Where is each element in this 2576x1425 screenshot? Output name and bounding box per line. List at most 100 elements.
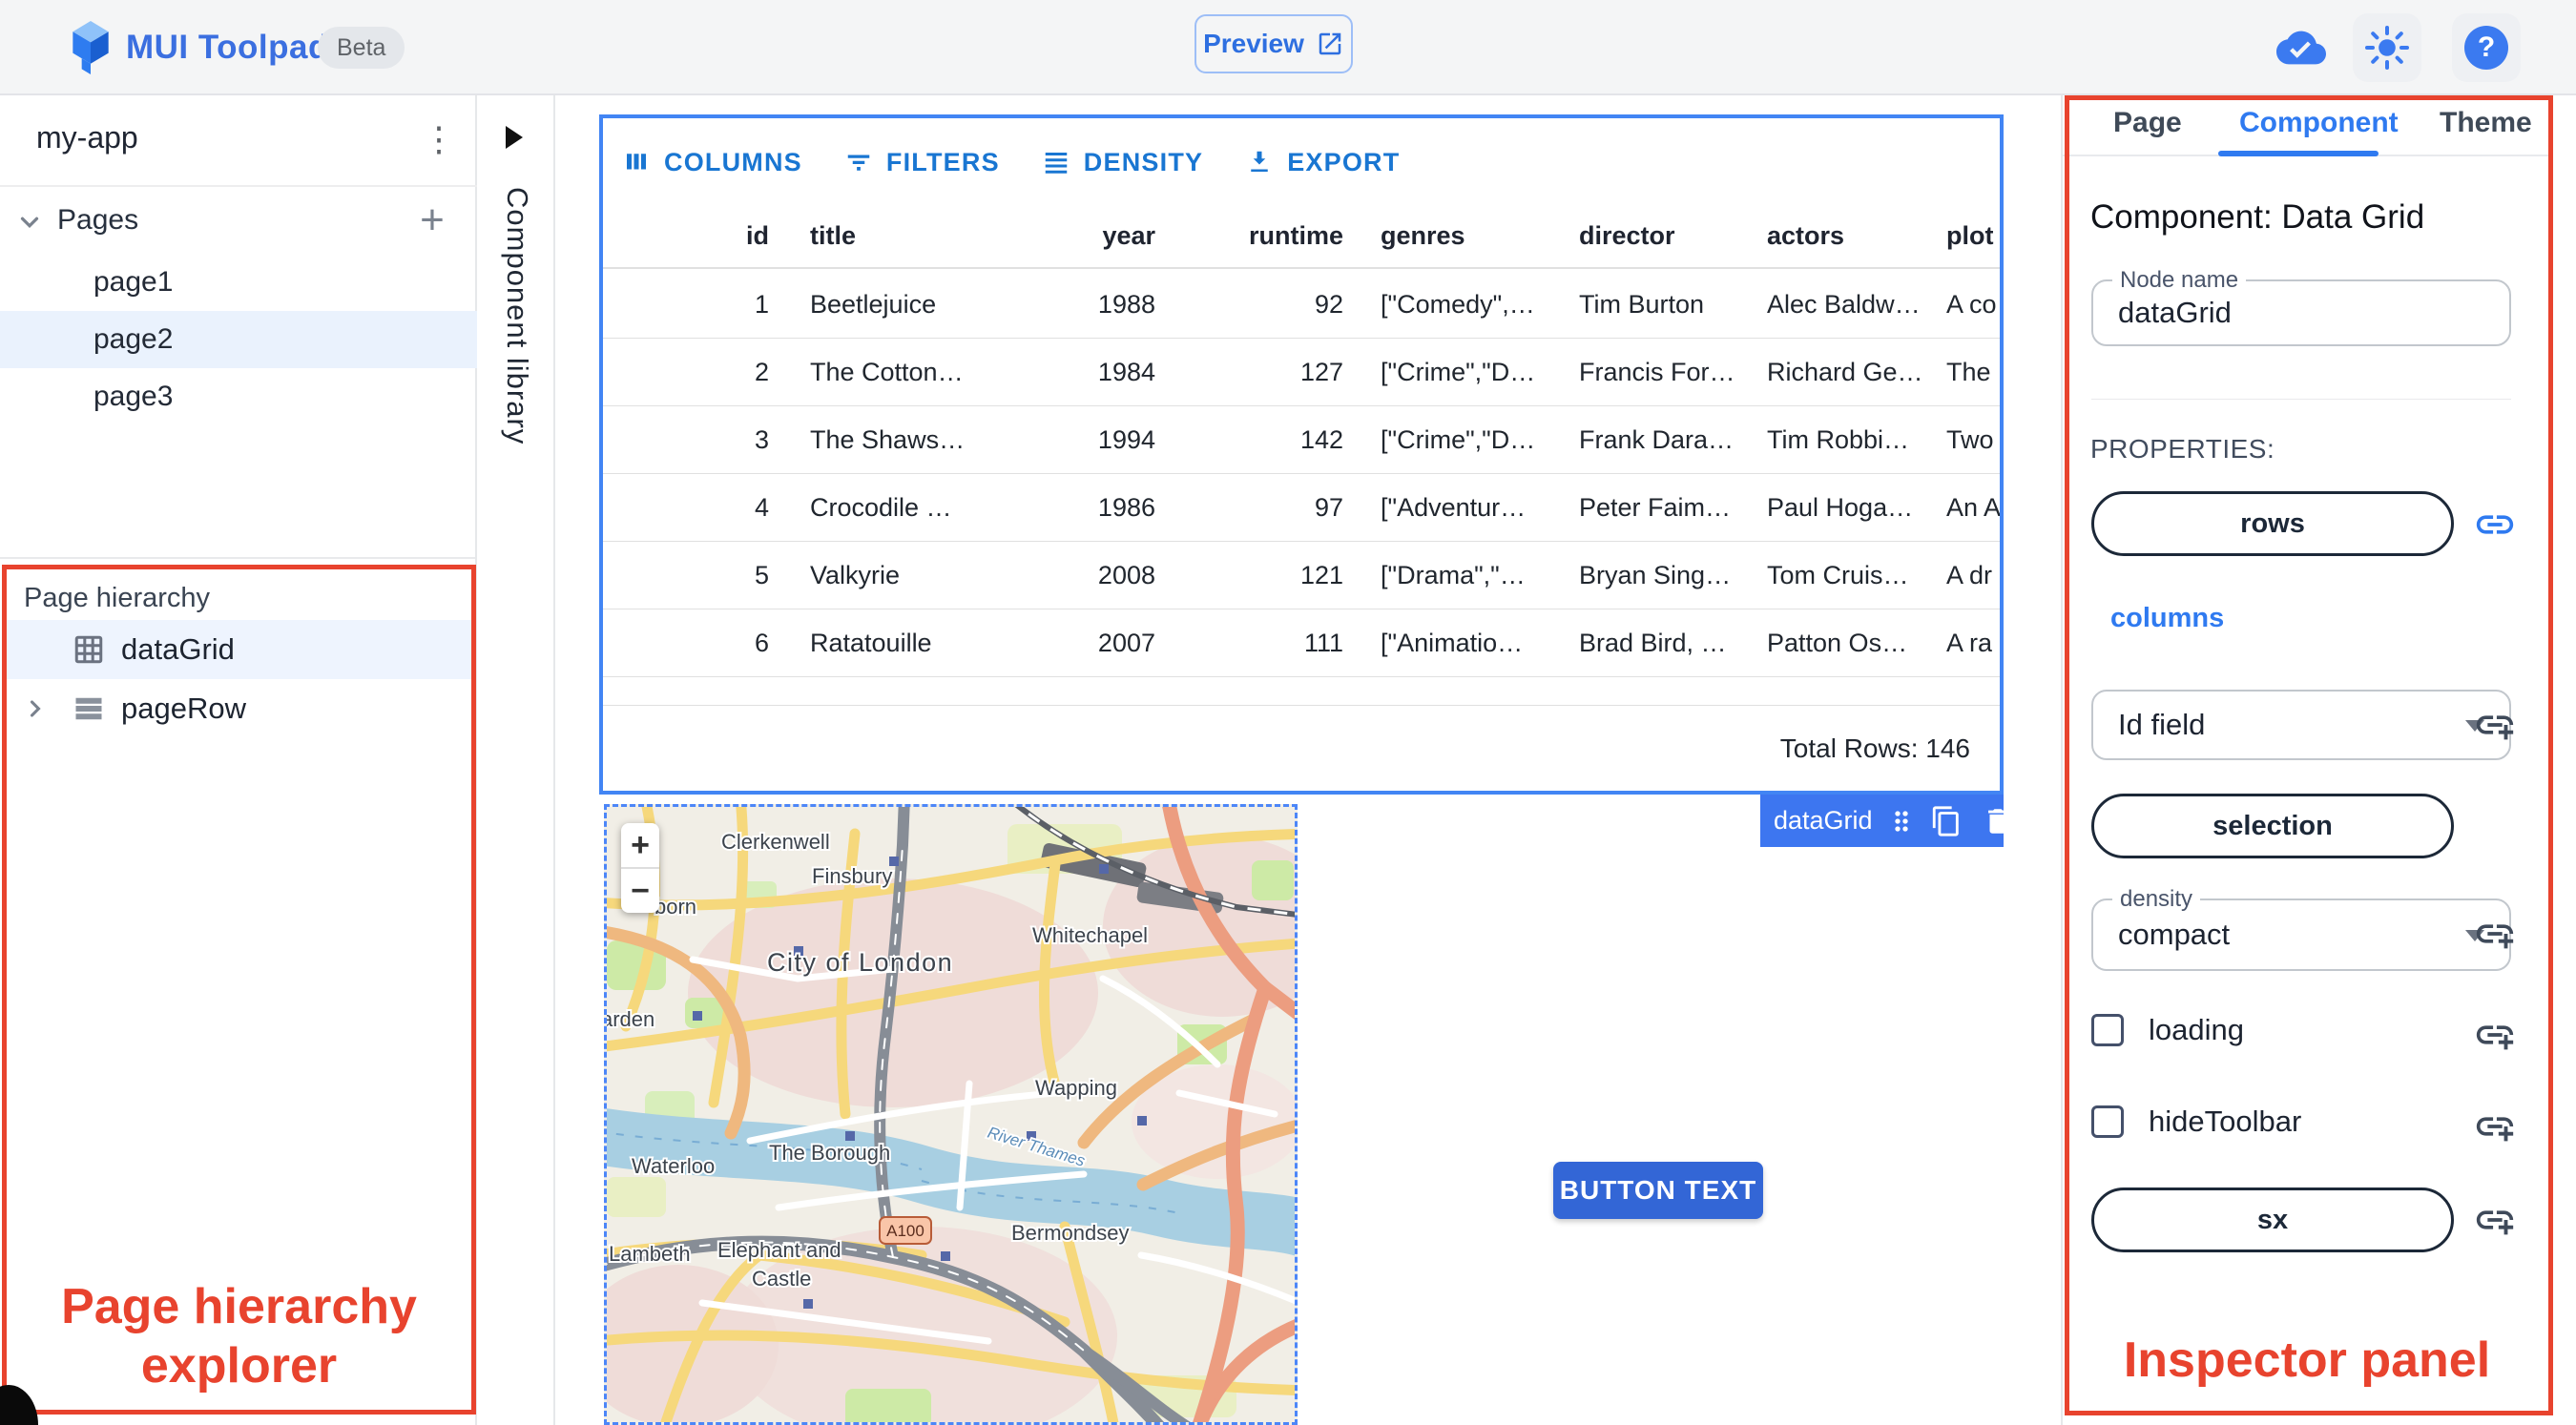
add-binding-icon[interactable]: [2473, 912, 2517, 956]
cloud-sync-button[interactable]: [2267, 13, 2336, 82]
inspector-panel: Page Component Theme Component: Data Gri…: [2061, 95, 2576, 1425]
chevron-right-icon[interactable]: [22, 695, 49, 722]
preview-button[interactable]: Preview: [1195, 14, 1353, 73]
page-hierarchy-annotation-box: Page hierarchy dataGrid pageRow Page hie…: [2, 565, 476, 1415]
columns-button[interactable]: COLUMNS: [622, 148, 802, 177]
datagrid-footer: Total Rows: 146: [603, 707, 2000, 791]
loading-label: loading: [2149, 1013, 2244, 1046]
cloud-done-icon: [2276, 31, 2326, 65]
map-label: City of London: [767, 948, 953, 977]
help-button[interactable]: ?: [2452, 13, 2521, 82]
add-binding-icon[interactable]: [2473, 1105, 2517, 1148]
pages-label: Pages: [57, 204, 139, 236]
map-label: Castle: [752, 1267, 811, 1291]
map-label: Whitechapel: [1032, 923, 1148, 947]
beta-badge: Beta: [318, 27, 405, 69]
export-button[interactable]: EXPORT: [1245, 148, 1400, 177]
download-icon: [1251, 151, 1268, 172]
tab-theme[interactable]: Theme: [2440, 107, 2532, 139]
loading-checkbox-row[interactable]: loading: [2091, 1013, 2244, 1047]
datagrid-component[interactable]: COLUMNS FILTERS DENSITY EXPORT id title …: [599, 114, 2004, 795]
zoom-in-button[interactable]: +: [621, 823, 659, 869]
app-menu-kebab-icon[interactable]: ⋮: [412, 113, 466, 166]
chevron-down-icon: [20, 217, 39, 229]
app-name-row: my-app ⋮: [0, 95, 477, 187]
density-button[interactable]: DENSITY: [1042, 148, 1203, 177]
map-label: arden: [607, 1007, 654, 1031]
column-header-genres: genres: [1381, 220, 1465, 250]
active-tab-indicator: [2218, 151, 2379, 156]
map-label: Finsbury: [812, 864, 892, 888]
filters-button[interactable]: FILTERS: [844, 148, 1000, 177]
selection-property-button[interactable]: selection: [2091, 794, 2454, 858]
grid-icon: [74, 635, 103, 664]
selection-tag-label: dataGrid: [1774, 806, 1873, 835]
component-library-panel[interactable]: Component library: [477, 95, 555, 1425]
sx-property-button[interactable]: sx: [2091, 1188, 2454, 1252]
table-row: 3 The Shaws… 1994 142 ["Crime","D… Frank…: [603, 406, 2000, 474]
add-binding-icon[interactable]: [2473, 1198, 2517, 1242]
toolpad-editor: MUI Toolpad Beta Preview ? my-app ⋮ Page…: [0, 0, 2576, 1425]
map-component[interactable]: A100 Clerkenwell Finsbury born Whitechapel C…: [604, 804, 1298, 1425]
tab-component[interactable]: Component: [2239, 107, 2399, 139]
map-label: Waterloo: [632, 1154, 715, 1178]
app-title: MUI Toolpad: [126, 29, 329, 66]
mui-toolpad-logo-icon: [73, 21, 109, 74]
duplicate-icon[interactable]: [1930, 805, 1963, 837]
rows-stack-icon: [75, 697, 102, 720]
page-item[interactable]: page2: [0, 311, 477, 368]
datagrid-header-row[interactable]: id title year runtime genres director ac…: [603, 204, 2000, 269]
table-row: 2 The Cotton… 1984 127 ["Crime","D… Fran…: [603, 339, 2000, 406]
add-binding-icon[interactable]: [2473, 1013, 2517, 1057]
divider: [603, 692, 2000, 706]
inspector-tabs: Page Component Theme: [2063, 95, 2551, 156]
checkbox-unchecked-icon[interactable]: [2091, 1105, 2124, 1138]
map-label: Bermondsey: [1011, 1221, 1130, 1245]
column-header-runtime: runtime: [1248, 220, 1343, 250]
hidetoolbar-checkbox-row[interactable]: hideToolbar: [2091, 1105, 2301, 1139]
page-hierarchy-explorer-annotation: Page hierarchy explorer: [61, 1279, 417, 1394]
hierarchy-item-label: pageRow: [121, 692, 246, 725]
density-lines-icon: [1045, 153, 1068, 174]
expand-right-icon[interactable]: [506, 126, 523, 149]
hierarchy-item-pagerow[interactable]: pageRow: [7, 679, 471, 738]
explorer-sidebar: my-app ⋮ Pages + page1 page2 page3 Page hi…: [0, 95, 477, 1425]
preview-label: Preview: [1203, 29, 1304, 58]
node-name-field[interactable]: Node name dataGrid: [2091, 267, 2511, 346]
inspector-panel-annotation: Inspector panel: [2123, 1332, 2491, 1388]
map-label: Lambeth: [609, 1242, 691, 1266]
checkbox-unchecked-icon[interactable]: [2091, 1014, 2124, 1046]
add-page-button[interactable]: +: [408, 196, 456, 244]
column-header-year: year: [1102, 220, 1155, 250]
tab-page[interactable]: Page: [2113, 107, 2182, 139]
table-row: 6 Ratatouille 2007 111 ["Animatio… Brad …: [603, 609, 2000, 677]
table-row: 1 Beetlejuice 1988 92 ["Comedy",… Tim Bu…: [603, 271, 2000, 339]
map-label: born: [654, 895, 696, 919]
theme-brightness-button[interactable]: [2353, 13, 2421, 82]
add-binding-icon[interactable]: [2473, 703, 2517, 747]
page-item[interactable]: page3: [0, 368, 477, 425]
svg-text:A100: A100: [886, 1222, 924, 1240]
map-label: The Borough: [769, 1141, 890, 1165]
button-component[interactable]: BUTTON TEXT: [1553, 1162, 1763, 1219]
hierarchy-item-datagrid[interactable]: dataGrid: [7, 620, 471, 679]
divider: [0, 557, 475, 559]
id-field-select[interactable]: Id field: [2091, 690, 2511, 760]
binding-link-icon[interactable]: [2473, 503, 2517, 547]
pages-section-header[interactable]: Pages +: [0, 187, 477, 254]
hierarchy-item-label: dataGrid: [121, 632, 235, 666]
id-field-value: Id field: [2118, 708, 2206, 741]
map-zoom-control: + −: [621, 823, 659, 913]
delete-icon[interactable]: [1982, 805, 2014, 837]
table-row: 5 Valkyrie 2008 121 ["Drama","… Bryan Si…: [603, 542, 2000, 609]
page-item[interactable]: page1: [0, 254, 477, 311]
help-icon: ?: [2464, 26, 2508, 70]
hidetoolbar-label: hideToolbar: [2149, 1105, 2302, 1138]
table-row: 4 Crocodile … 1986 97 ["Adventur… Peter …: [603, 474, 2000, 542]
density-select[interactable]: density compact: [2091, 886, 2511, 971]
drag-handle-icon[interactable]: [1886, 806, 1917, 836]
columns-property-link[interactable]: columns: [2110, 603, 2224, 634]
rows-property-button[interactable]: rows: [2091, 491, 2454, 556]
route-badge-a100: A100: [879, 1216, 932, 1245]
zoom-out-button[interactable]: −: [621, 869, 659, 913]
